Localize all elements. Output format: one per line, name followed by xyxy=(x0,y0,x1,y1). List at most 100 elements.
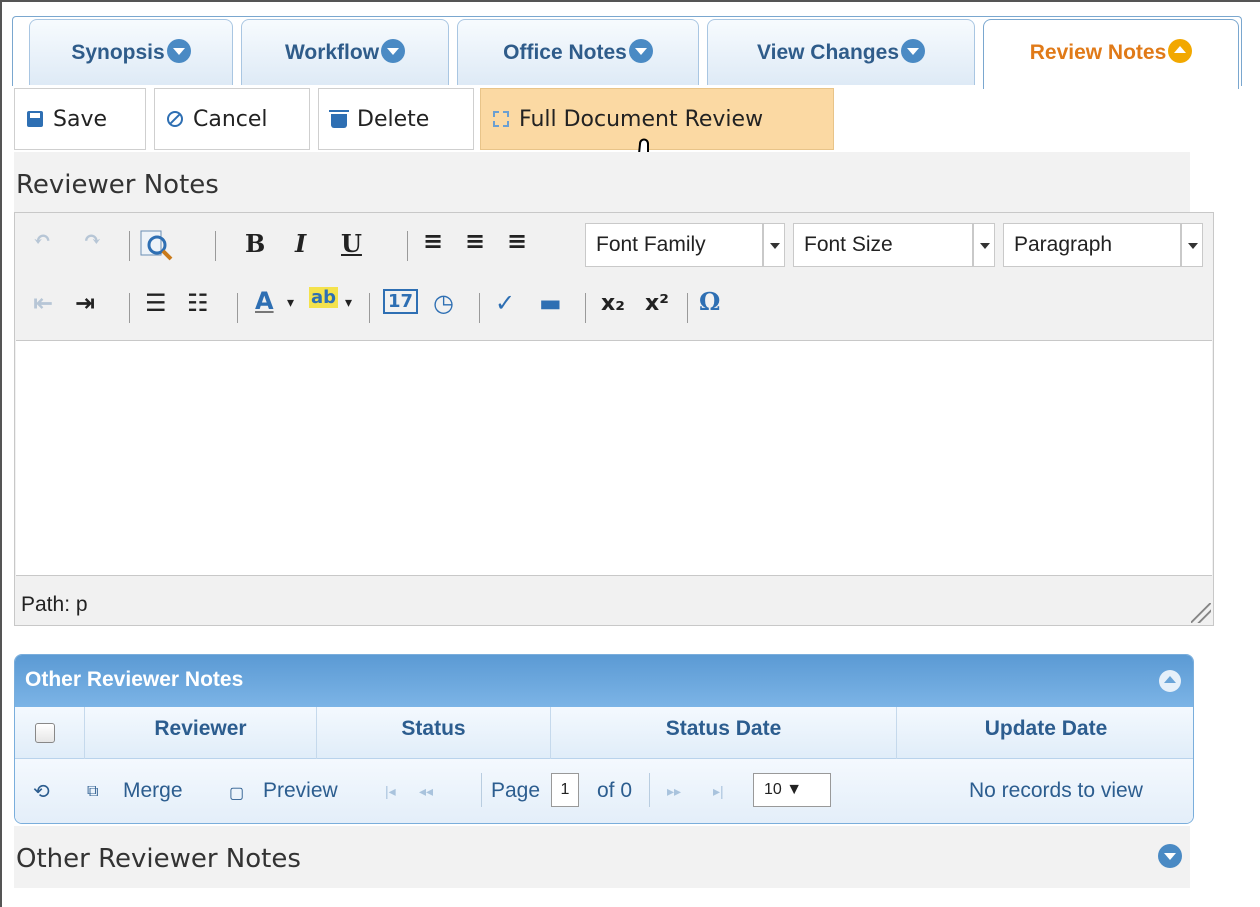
tab-office-notes[interactable]: Office Notes xyxy=(457,19,699,85)
chevron-down-icon[interactable] xyxy=(628,39,653,63)
horizontal-rule-icon[interactable]: ▬ xyxy=(539,289,562,317)
resize-handle[interactable] xyxy=(1191,603,1211,623)
toolbar-separator xyxy=(585,293,586,323)
toolbar-separator xyxy=(129,231,130,261)
column-header-status[interactable]: Status xyxy=(317,707,551,759)
merge-icon[interactable]: ⧉ xyxy=(87,783,98,801)
pager-separator xyxy=(649,773,650,807)
paragraph-format-select[interactable]: Paragraph xyxy=(1003,223,1181,267)
cancel-label: Cancel xyxy=(193,106,268,132)
full-review-label: Full Document Review xyxy=(519,106,764,132)
tab-label: View Changes xyxy=(757,41,899,64)
toolbar-separator xyxy=(129,293,130,323)
page-count: of 0 xyxy=(597,779,633,802)
superscript-icon[interactable]: x² xyxy=(645,291,669,316)
grid-caption: Other Reviewer Notes xyxy=(15,655,1193,707)
column-header-reviewer[interactable]: Reviewer xyxy=(85,707,317,759)
reviewer-notes-heading: Reviewer Notes xyxy=(14,152,1190,212)
grid-header-row: Reviewer Status Status Date Update Date xyxy=(15,707,1193,759)
spellcheck-icon[interactable]: ✓ xyxy=(495,289,515,317)
outdent-icon[interactable]: ⇤ xyxy=(33,289,53,317)
chevron-down-icon[interactable] xyxy=(973,223,995,267)
bullet-list-icon[interactable]: ☰ xyxy=(145,289,167,317)
chevron-down-icon[interactable] xyxy=(763,223,785,267)
tab-label: Synopsis xyxy=(71,41,165,64)
merge-button[interactable]: Merge xyxy=(123,779,183,803)
rich-text-editor: ↶ ↷ B I U ≡ ≡ ≡ Font Family Font Size Pa… xyxy=(14,212,1214,626)
editor-content-area[interactable] xyxy=(16,340,1212,576)
editor-toolbar-row-1: ↶ ↷ B I U ≡ ≡ ≡ Font Family Font Size Pa… xyxy=(15,221,1213,279)
find-replace-icon[interactable] xyxy=(139,227,175,263)
font-size-select[interactable]: Font Size xyxy=(793,223,973,267)
italic-icon[interactable]: I xyxy=(295,229,306,258)
chevron-down-icon[interactable]: ▾ xyxy=(345,295,352,311)
tab-label: Review Notes xyxy=(1029,41,1167,64)
highlight-color-icon[interactable]: ab xyxy=(309,287,339,308)
cancel-button[interactable]: Cancel xyxy=(154,88,310,150)
tab-label: Workflow xyxy=(284,41,380,64)
column-header-update-date[interactable]: Update Date xyxy=(897,707,1193,759)
refresh-icon[interactable]: ⟲ xyxy=(33,779,50,804)
fullscreen-icon xyxy=(493,111,509,127)
chevron-down-icon[interactable]: ▾ xyxy=(287,295,294,311)
toolbar-separator xyxy=(369,293,370,323)
prev-page-icon[interactable]: ◂◂ xyxy=(419,783,433,800)
chevron-up-icon[interactable] xyxy=(1168,39,1193,63)
grid-caption-title: Other Reviewer Notes xyxy=(25,668,244,691)
cancel-icon xyxy=(167,111,183,127)
page-number-input[interactable]: 1 xyxy=(551,773,579,807)
tab-label: Office Notes xyxy=(503,41,627,64)
calendar-icon[interactable]: 17 xyxy=(383,289,419,314)
preview-icon[interactable]: ▢ xyxy=(229,783,244,803)
chevron-down-icon[interactable] xyxy=(166,39,191,63)
indent-icon[interactable]: ⇥ xyxy=(75,289,95,317)
chevron-down-icon[interactable] xyxy=(1181,223,1203,267)
undo-icon[interactable]: ↶ xyxy=(33,227,51,253)
collapse-icon[interactable] xyxy=(1159,670,1181,692)
chevron-down-icon[interactable] xyxy=(901,39,925,63)
expand-icon[interactable] xyxy=(1158,844,1182,868)
other-reviewer-notes-section[interactable]: Other Reviewer Notes xyxy=(14,826,1190,888)
toolbar-separator xyxy=(687,293,688,323)
page-size-select[interactable]: 10 ▼ xyxy=(753,773,831,807)
floppy-disk-icon xyxy=(27,111,43,127)
subscript-icon[interactable]: x₂ xyxy=(601,291,625,316)
tab-review-notes[interactable]: Review Notes xyxy=(983,19,1239,89)
pager-separator xyxy=(481,773,482,807)
align-center-icon[interactable]: ≡ xyxy=(465,227,485,255)
section-title: Other Reviewer Notes xyxy=(16,844,301,874)
select-all-cell xyxy=(15,707,85,759)
next-page-icon[interactable]: ▸▸ xyxy=(667,783,681,800)
align-right-icon[interactable]: ≡ xyxy=(507,227,527,255)
numbered-list-icon[interactable]: ☷ xyxy=(187,289,209,317)
last-page-icon[interactable]: ▸| xyxy=(713,783,724,800)
redo-icon[interactable]: ↷ xyxy=(83,227,101,253)
tab-synopsis[interactable]: Synopsis xyxy=(29,19,233,85)
align-left-icon[interactable]: ≡ xyxy=(423,227,443,255)
bold-icon[interactable]: B xyxy=(245,229,265,258)
editor-path: Path: p xyxy=(21,593,88,616)
underline-icon[interactable]: U xyxy=(341,229,362,258)
save-button[interactable]: Save xyxy=(14,88,146,150)
select-all-checkbox[interactable] xyxy=(35,723,55,743)
other-reviewer-notes-grid: Other Reviewer Notes Reviewer Status Sta… xyxy=(14,654,1194,824)
records-status: No records to view xyxy=(969,779,1143,802)
page-label: Page xyxy=(491,779,541,802)
delete-label: Delete xyxy=(357,106,430,132)
editor-toolbar-row-2: ⇤ ⇥ ☰ ☷ A ▾ ab ▾ 17 ◷ ✓ ▬ x₂ x² Ω xyxy=(15,283,1213,341)
text-color-icon[interactable]: A xyxy=(255,287,274,315)
grid-pager: ⟲ ⧉ Merge ▢ Preview |◂ ◂◂ Page 1 of 0 ▸▸… xyxy=(15,759,1193,823)
first-page-icon[interactable]: |◂ xyxy=(385,783,396,800)
column-header-status-date[interactable]: Status Date xyxy=(551,707,897,759)
clock-icon[interactable]: ◷ xyxy=(433,289,454,317)
preview-button[interactable]: Preview xyxy=(263,779,338,803)
special-character-icon[interactable]: Ω xyxy=(699,287,720,316)
toolbar-separator xyxy=(407,231,408,261)
tab-view-changes[interactable]: View Changes xyxy=(707,19,975,85)
tab-bar: Synopsis Workflow Office Notes View Chan… xyxy=(12,16,1242,89)
delete-button[interactable]: Delete xyxy=(318,88,474,150)
font-family-select[interactable]: Font Family xyxy=(585,223,763,267)
toolbar-separator xyxy=(479,293,480,323)
tab-workflow[interactable]: Workflow xyxy=(241,19,449,85)
chevron-down-icon[interactable] xyxy=(381,39,406,63)
